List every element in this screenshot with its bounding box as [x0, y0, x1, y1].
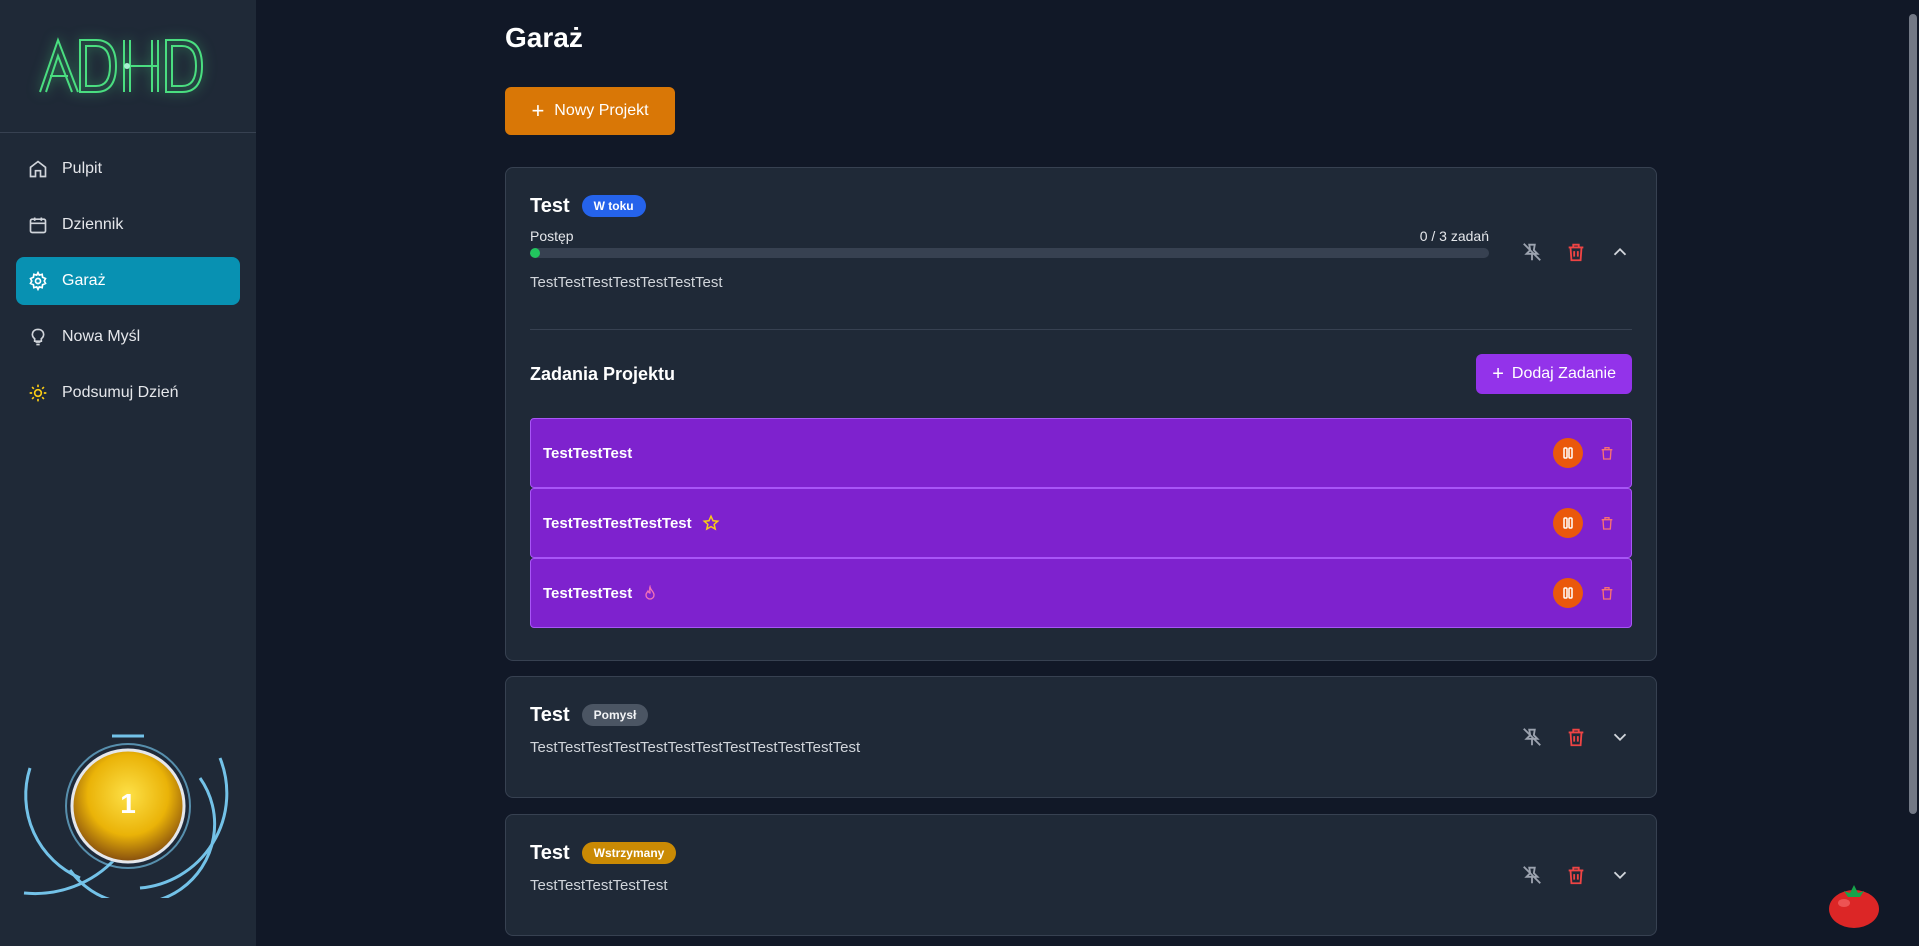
sidebar-nav: Pulpit Dziennik Garaż Nowa Myśl Podsumuj…: [0, 133, 256, 437]
sidebar-item-nowa-mysl[interactable]: Nowa Myśl: [16, 313, 240, 361]
project-title: Test: [530, 703, 570, 726]
task-item[interactable]: TestTestTestTestTest: [530, 488, 1632, 558]
adhd-logo-icon: [39, 37, 204, 93]
status-badge: Wstrzymany: [581, 842, 677, 864]
project-description: TestTestTestTestTestTestTest: [530, 274, 723, 291]
new-project-label: Nowy Projekt: [554, 102, 649, 119]
sidebar-item-pulpit[interactable]: Pulpit: [16, 145, 240, 193]
project-description: TestTestTestTestTest: [530, 877, 668, 894]
task-name: TestTestTest: [543, 584, 633, 602]
sidebar-item-label: Garaż: [62, 272, 106, 289]
task-name: TestTestTestTestTest: [543, 514, 692, 532]
pause-icon: [1563, 447, 1573, 459]
task-item[interactable]: TestTestTest: [530, 558, 1632, 628]
pause-icon: [1563, 517, 1573, 529]
page-title: Garaż: [505, 22, 583, 53]
scrollbar[interactable]: [1909, 14, 1917, 814]
trash-icon: [1601, 447, 1613, 460]
sidebar-item-garaz[interactable]: Garaż: [16, 257, 240, 305]
project-description: TestTestTestTestTestTestTestTestTestTest…: [530, 739, 861, 756]
flame-icon: [645, 585, 655, 600]
unpin-button[interactable]: [1520, 725, 1544, 749]
task-item[interactable]: TestTestTest: [530, 418, 1632, 488]
main-content: Garaż + Nowy Projekt Test W toku Postęp …: [505, 0, 1657, 936]
delete-task-button[interactable]: [1595, 511, 1619, 535]
unpin-button[interactable]: [1520, 863, 1544, 887]
task-list: TestTestTest TestTestTestTestTest TestTe…: [506, 394, 1656, 652]
trash-icon: [1601, 587, 1613, 600]
delete-project-button[interactable]: [1564, 240, 1588, 264]
chevron-down-icon: [1613, 871, 1627, 880]
plus-icon: +: [1492, 363, 1504, 385]
logo[interactable]: [0, 0, 256, 133]
pomodoro-tomato-button[interactable]: [1826, 879, 1882, 929]
project-title: Test: [530, 194, 570, 217]
trash-icon: [1601, 517, 1613, 530]
pause-button[interactable]: [1553, 508, 1583, 538]
lightbulb-icon: [28, 327, 48, 347]
project-title: Test: [530, 841, 570, 864]
sidebar-item-dziennik[interactable]: Dziennik: [16, 201, 240, 249]
progress-fill: [530, 248, 540, 258]
delete-task-button[interactable]: [1595, 581, 1619, 605]
trash-icon: [1568, 866, 1584, 885]
chevron-up-icon: [1613, 247, 1627, 256]
task-name: TestTestTest: [543, 444, 633, 462]
pause-button[interactable]: [1553, 438, 1583, 468]
pin-off-icon: [1523, 728, 1541, 746]
trash-icon: [1568, 243, 1584, 262]
pause-icon: [1563, 587, 1573, 599]
status-badge: Pomysł: [581, 704, 649, 726]
sidebar-item-label: Nowa Myśl: [62, 328, 141, 345]
sun-icon: [28, 383, 48, 403]
project-card: Test Wstrzymany TestTestTestTestTest: [505, 814, 1657, 936]
project-card: Test Pomysł TestTestTestTestTestTestTest…: [505, 676, 1657, 798]
level-number: 1: [120, 788, 136, 819]
delete-project-button[interactable]: [1564, 725, 1588, 749]
status-badge: W toku: [581, 195, 646, 217]
delete-project-button[interactable]: [1564, 863, 1588, 887]
calendar-icon: [28, 215, 48, 235]
plus-icon: +: [531, 98, 545, 123]
expand-button[interactable]: [1608, 863, 1632, 887]
sidebar-item-label: Dziennik: [62, 216, 124, 233]
progress-bar: [530, 248, 1489, 258]
star-icon: [702, 514, 720, 531]
sidebar: Pulpit Dziennik Garaż Nowa Myśl Podsumuj…: [0, 0, 256, 946]
new-project-button[interactable]: + Nowy Projekt: [505, 87, 675, 135]
progress-label: Postęp: [530, 228, 574, 244]
level-widget[interactable]: 1: [20, 728, 234, 906]
add-task-button[interactable]: + Dodaj Zadanie: [1476, 354, 1632, 394]
trash-icon: [1568, 728, 1584, 747]
add-task-label: Dodaj Zadanie: [1511, 365, 1616, 382]
delete-task-button[interactable]: [1595, 441, 1619, 465]
pause-button[interactable]: [1553, 578, 1583, 608]
sidebar-item-label: Podsumuj Dzień: [62, 384, 179, 401]
chevron-down-icon: [1613, 733, 1627, 742]
pin-off-icon: [1523, 866, 1541, 884]
gear-icon: [28, 271, 48, 291]
tasks-title: Zadania Projektu: [530, 363, 676, 384]
pin-off-icon: [1523, 243, 1541, 261]
sidebar-item-label: Pulpit: [62, 160, 103, 177]
expand-button[interactable]: [1608, 725, 1632, 749]
collapse-button[interactable]: [1608, 240, 1632, 264]
unpin-button[interactable]: [1520, 240, 1544, 264]
project-card: Test W toku Postęp 0 / 3 zadań TestTestT…: [505, 167, 1657, 661]
progress-count: 0 / 3 zadań: [1419, 228, 1489, 244]
tomato-icon: [1829, 885, 1879, 928]
sidebar-item-podsumuj-dzien[interactable]: Podsumuj Dzień: [16, 369, 240, 417]
home-icon: [28, 159, 48, 179]
